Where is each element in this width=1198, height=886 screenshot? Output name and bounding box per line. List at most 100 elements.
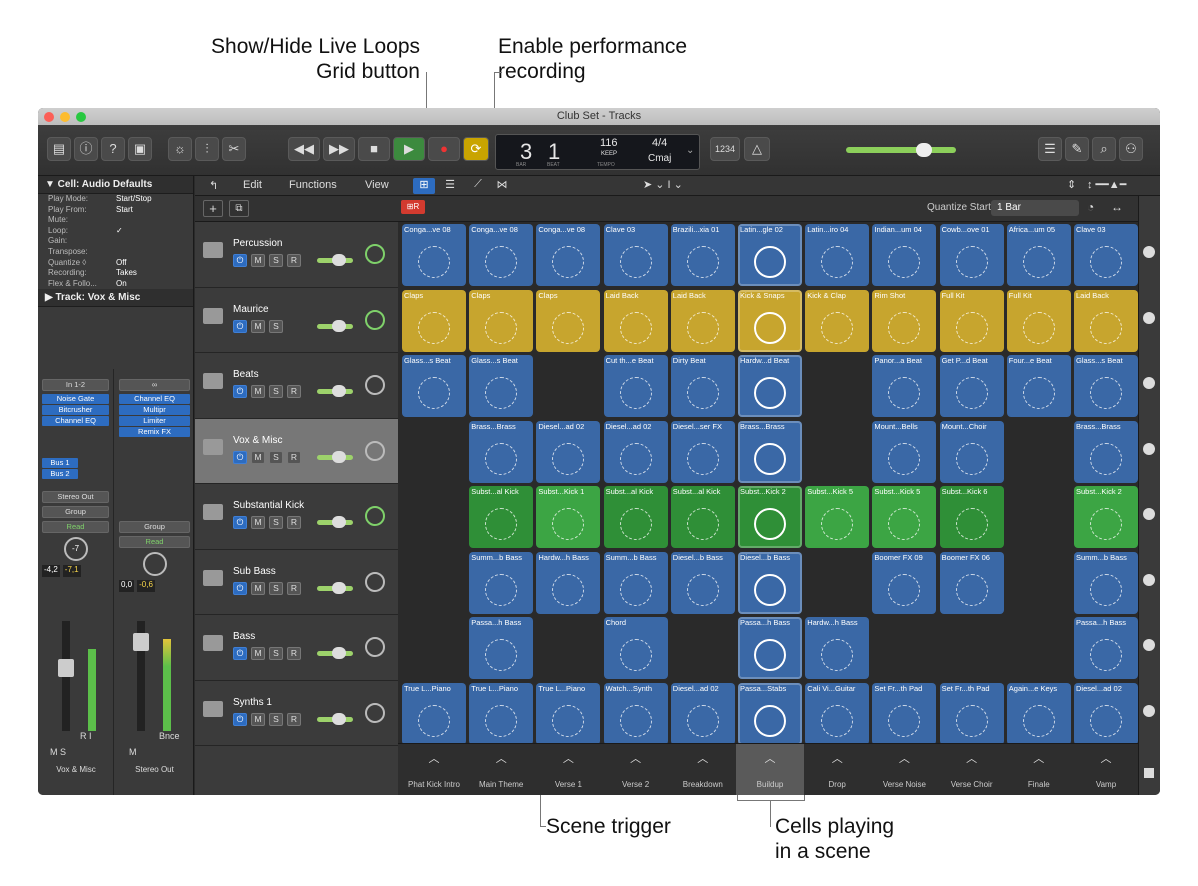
automation-mode[interactable]: Read <box>119 536 190 548</box>
loop-cell[interactable]: Diesel...b Bass <box>738 551 802 614</box>
view-menu[interactable]: View <box>365 179 389 191</box>
loop-cell[interactable]: True L...Piano <box>536 682 601 745</box>
loop-cell[interactable]: Diesel...ad 02 <box>670 682 735 745</box>
mute-button[interactable]: M <box>251 254 265 267</box>
forward-button[interactable]: ▶▶ <box>323 137 355 161</box>
mute-button[interactable]: M <box>251 647 265 660</box>
track-pan-knob[interactable] <box>365 440 385 461</box>
mute-button[interactable]: M <box>251 516 265 529</box>
mute-button[interactable]: M <box>251 450 265 464</box>
track-header[interactable]: Vox & Misc ⏻ M S R <box>195 418 398 484</box>
loop-cell[interactable]: Watch...Synth <box>603 682 668 745</box>
track-pan-knob[interactable] <box>365 571 385 592</box>
performance-record-icon[interactable]: ⊞R <box>401 200 425 214</box>
plugin-slot[interactable]: Noise Gate <box>42 394 109 404</box>
scene-trigger[interactable]: ︿ Drop <box>803 744 871 795</box>
track-name[interactable]: Synths 1 <box>233 697 272 708</box>
record-enable-button[interactable]: R <box>287 254 301 267</box>
track-pan-knob[interactable] <box>365 375 385 395</box>
loop-cell[interactable]: Kick & Clap <box>805 289 870 352</box>
plugin-slot[interactable]: Multipr <box>119 405 190 415</box>
solo-button[interactable]: S <box>269 450 283 464</box>
edit-menu[interactable]: Edit <box>243 179 262 191</box>
loop-cell[interactable]: Claps <box>536 289 601 352</box>
scene-trigger[interactable]: ︿ Vamp <box>1072 744 1140 795</box>
quantize-start-select[interactable]: 1 Bar <box>991 200 1079 216</box>
mute-button[interactable]: M <box>251 385 265 398</box>
loop-cell[interactable]: Glass...s Beat <box>469 355 534 417</box>
track-stop-icon[interactable] <box>1143 311 1155 324</box>
power-button[interactable]: ⏻ <box>233 319 247 333</box>
loop-cell[interactable]: Laid Back <box>670 289 735 352</box>
cell-param-row[interactable]: Mute: <box>38 215 193 226</box>
mute-button[interactable]: M <box>129 747 137 757</box>
mute-button[interactable]: M <box>251 712 265 726</box>
loop-cell[interactable]: Mount...Choir <box>939 420 1004 483</box>
loop-cell[interactable]: Again...e Keys <box>1006 682 1071 745</box>
loop-cell[interactable]: Summ...b Bass <box>603 551 668 614</box>
power-button[interactable]: ⏻ <box>233 647 247 660</box>
loop-cell[interactable]: Diesel...b Bass <box>670 551 735 614</box>
loop-cell[interactable]: Conga...ve 08 <box>469 224 534 286</box>
track-pan-knob[interactable] <box>365 309 385 330</box>
duplicate-track-icon[interactable]: ⧉ <box>229 200 249 217</box>
track-stop-icon[interactable] <box>1143 442 1155 455</box>
loop-cell[interactable]: Subst...Kick 5 <box>872 486 937 548</box>
loop-cell[interactable]: Four...e Beat <box>1006 355 1071 417</box>
loop-cell[interactable]: Clave 03 <box>1074 224 1138 286</box>
track-stop-icon[interactable] <box>1143 639 1155 651</box>
plugin-slot[interactable]: Remix FX <box>119 427 190 437</box>
loop-cell[interactable]: Subst...Kick 2 <box>1074 486 1138 548</box>
loop-cell[interactable]: Brass...Brass <box>738 420 802 483</box>
vertical-zoom-icon[interactable]: ⇕ <box>1067 178 1076 191</box>
loop-cell[interactable]: Diesel...ad 02 <box>603 420 668 483</box>
loop-cell[interactable]: Glass...s Beat <box>1074 355 1138 417</box>
loop-cell[interactable]: Set Fr...th Pad <box>872 682 937 745</box>
track-stop-icon[interactable] <box>1143 704 1155 717</box>
loop-cell[interactable]: Set Fr...th Pad <box>939 682 1004 745</box>
loop-cell[interactable]: Chord <box>603 617 668 679</box>
browser-search-icon[interactable]: ⌕ <box>1092 137 1116 161</box>
list-editors-icon[interactable]: ☰ <box>1038 137 1062 161</box>
loop-cell[interactable]: Full Kit <box>939 289 1004 352</box>
scene-trigger[interactable]: ︿ Finale <box>1005 744 1073 795</box>
loop-cell[interactable]: Claps <box>402 289 466 352</box>
loop-cell[interactable]: Africa...um 05 <box>1006 224 1071 286</box>
power-button[interactable]: ⏻ <box>233 581 247 595</box>
loop-cell[interactable]: Subst...al Kick <box>670 486 735 548</box>
tracks-area-toggle-icon[interactable]: ☰ <box>439 178 461 194</box>
track-name[interactable]: Beats <box>233 369 259 380</box>
plugin-slot[interactable]: Bitcrusher <box>42 405 109 415</box>
loop-cell[interactable]: Conga...ve 08 <box>402 224 466 286</box>
loop-cell[interactable]: True L...Piano <box>469 682 534 745</box>
track-header[interactable]: Sub Bass ⏻ M S R <box>195 550 398 615</box>
bounce-button[interactable]: Bnce <box>159 731 180 741</box>
loop-cell[interactable]: Hardw...d Beat <box>738 355 802 417</box>
solo-button[interactable]: S <box>269 516 283 529</box>
track-stop-icon[interactable] <box>1143 246 1155 258</box>
record-enable-button[interactable]: R <box>287 450 301 464</box>
loop-cell[interactable]: Diesel...ser FX <box>670 420 735 483</box>
volume-fader[interactable] <box>58 659 74 677</box>
power-button[interactable]: ⏻ <box>233 450 247 464</box>
solo-button[interactable]: S <box>269 319 283 333</box>
scene-trigger[interactable]: ︿ Buildup <box>736 744 804 795</box>
track-name[interactable]: Substantial Kick <box>233 500 304 511</box>
cell-param-row[interactable]: Play From: Start <box>38 205 193 216</box>
loop-cell[interactable]: Passa...h Bass <box>1074 617 1138 679</box>
mute-button[interactable]: M <box>251 581 265 595</box>
close-button[interactable] <box>44 112 54 122</box>
loop-cell[interactable]: Latin...gle 02 <box>738 224 802 286</box>
rewind-button[interactable]: ◀◀ <box>288 137 320 161</box>
track-name[interactable]: Percussion <box>233 238 282 249</box>
loop-cell[interactable]: Summ...b Bass <box>469 551 534 614</box>
loop-cell[interactable]: Subst...Kick 1 <box>536 486 601 548</box>
toolbar-icon[interactable]: ▣ <box>128 137 152 161</box>
plugin-slot[interactable]: Limiter <box>119 416 190 426</box>
cell-param-row[interactable]: Play Mode: Start/Stop <box>38 194 193 205</box>
record-enable-button[interactable]: R <box>287 712 301 726</box>
loop-cell[interactable]: Laid Back <box>603 289 668 352</box>
solo-button[interactable]: S <box>269 647 283 660</box>
plugin-slot[interactable]: Channel EQ <box>42 416 109 426</box>
loop-cell[interactable]: Latin...iro 04 <box>805 224 870 286</box>
